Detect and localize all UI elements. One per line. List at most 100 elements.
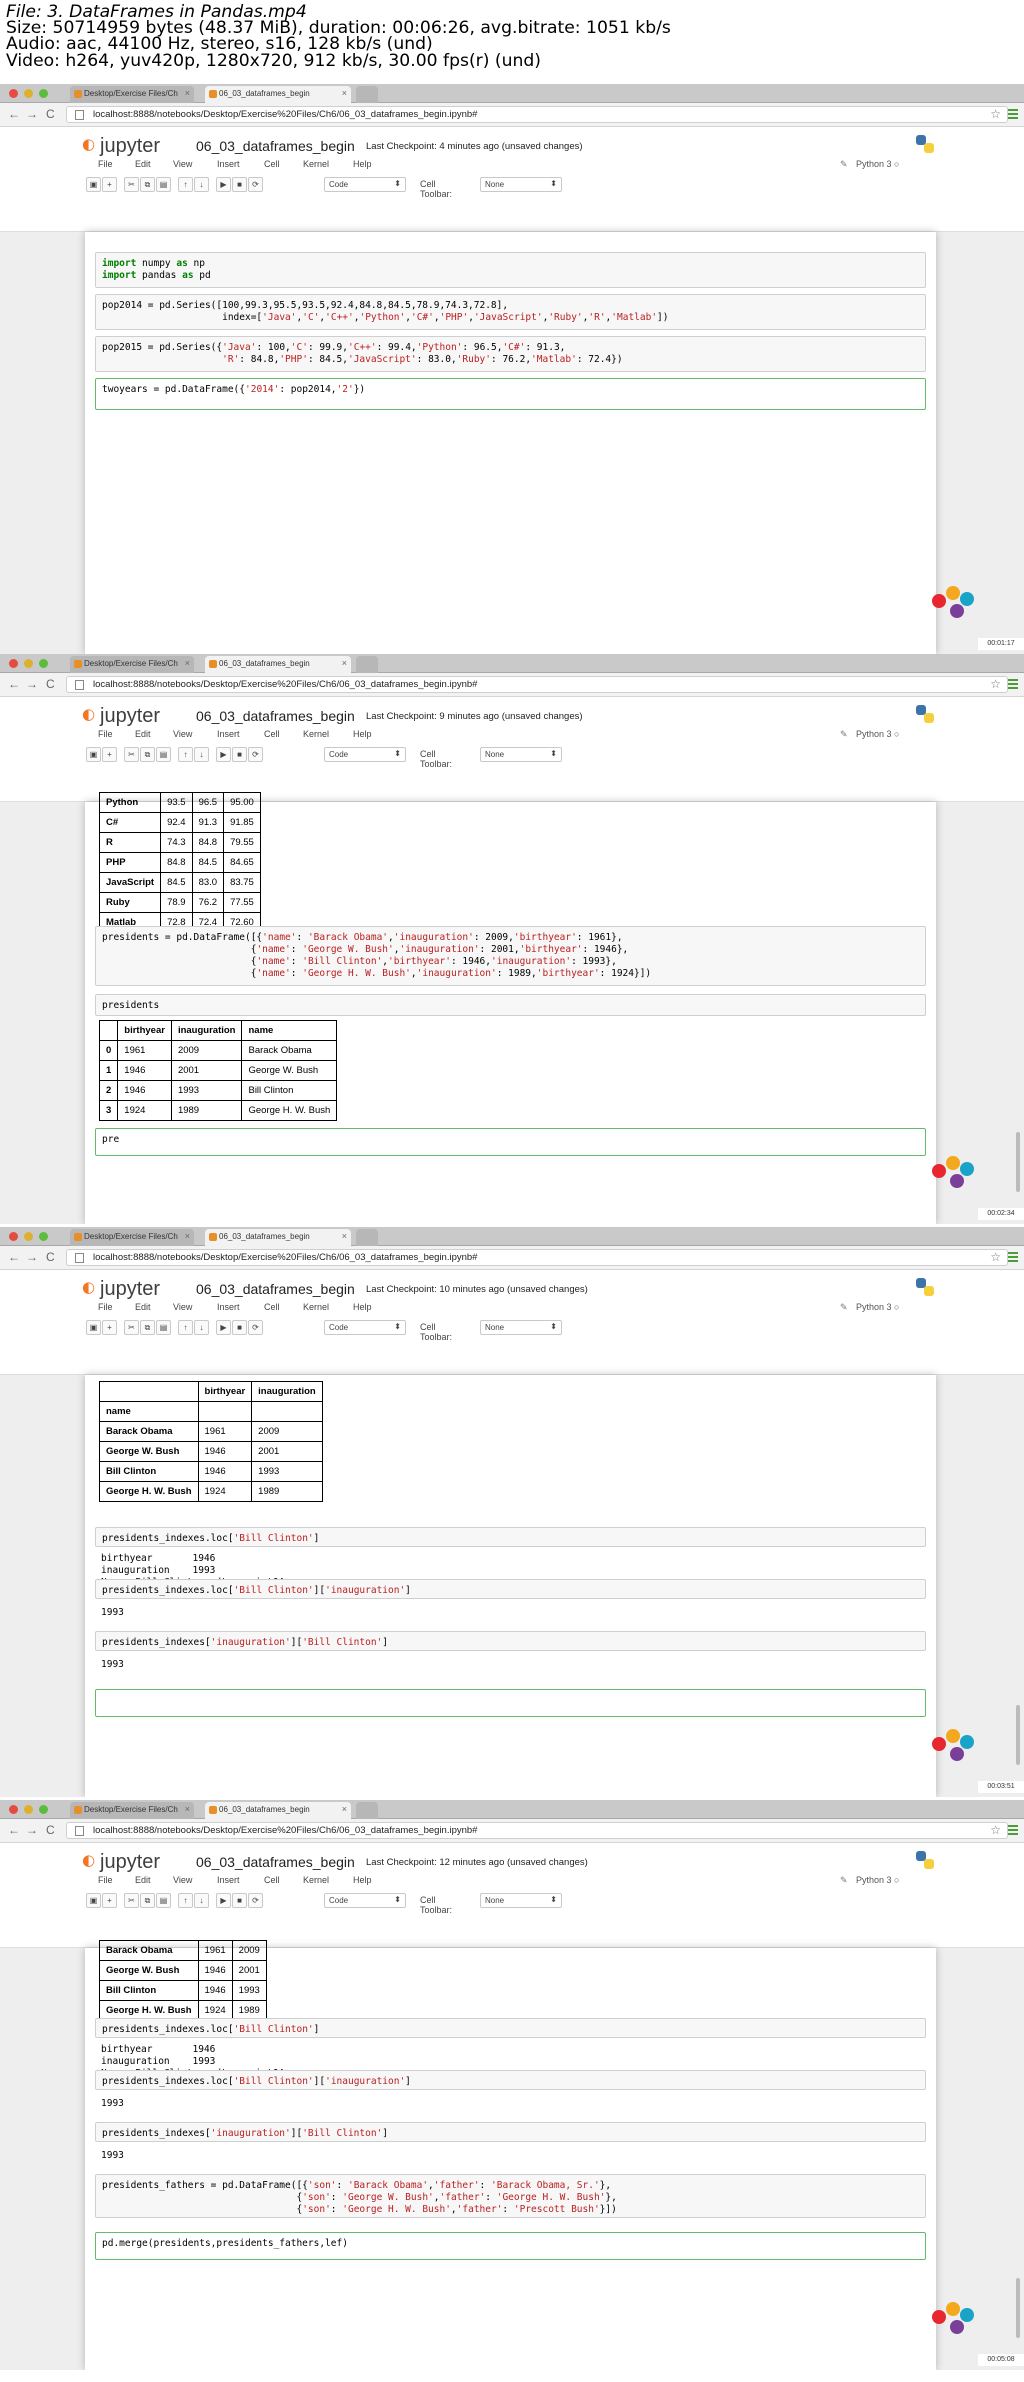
toolbar-up-icon[interactable]: ↑ <box>178 1320 193 1335</box>
toolbar-stop-icon[interactable]: ■ <box>232 177 247 192</box>
tab-close-icon[interactable]: × <box>342 1231 347 1241</box>
back-icon[interactable]: ← <box>8 1823 20 1837</box>
code-cell[interactable]: pop2015 = pd.Series({'Java': 100,'C': 99… <box>95 336 926 372</box>
toolbar-run-icon[interactable]: ▶ <box>216 1320 231 1335</box>
tab-close-icon[interactable]: × <box>342 658 347 668</box>
menu-help[interactable]: Help <box>353 159 372 169</box>
tab-exercise-files[interactable]: Desktop/Exercise Files/Ch × <box>70 1802 194 1819</box>
menu-insert[interactable]: Insert <box>217 1302 240 1312</box>
bookmark-star-icon[interactable]: ☆ <box>990 1823 1001 1837</box>
tab-close-icon[interactable]: × <box>342 88 347 98</box>
menu-file[interactable]: File <box>98 729 113 739</box>
code-cell[interactable]: import numpy as np import pandas as pd <box>95 252 926 288</box>
menu-cell[interactable]: Cell <box>264 729 280 739</box>
tab-exercise-files[interactable]: Desktop/Exercise Files/Ch × <box>70 86 194 103</box>
url-input[interactable]: localhost:8888/notebooks/Desktop/Exercis… <box>66 676 1008 693</box>
browser-menu-icon[interactable] <box>1008 1825 1018 1837</box>
code-cell[interactable]: presidents_indexes.loc['Bill Clinton'] <box>95 2018 926 2038</box>
browser-menu-icon[interactable] <box>1008 1252 1018 1264</box>
jupyter-brand[interactable]: jupyter <box>100 1851 160 1874</box>
code-cell[interactable]: presidents_indexes.loc['Bill Clinton']['… <box>95 2070 926 2090</box>
minimize-window-icon[interactable] <box>24 659 33 668</box>
maximize-window-icon[interactable] <box>39 89 48 98</box>
code-cell[interactable]: pop2014 = pd.Series([100,99.3,95.5,93.5,… <box>95 294 926 330</box>
toolbar-down-icon[interactable]: ↓ <box>194 1893 209 1908</box>
close-window-icon[interactable] <box>9 1232 18 1241</box>
menu-edit[interactable]: Edit <box>135 1875 151 1885</box>
menu-edit[interactable]: Edit <box>135 159 151 169</box>
close-window-icon[interactable] <box>9 89 18 98</box>
menu-insert[interactable]: Insert <box>217 1875 240 1885</box>
close-window-icon[interactable] <box>9 1805 18 1814</box>
tab-close-icon[interactable]: × <box>185 658 190 668</box>
menu-help[interactable]: Help <box>353 1302 372 1312</box>
menu-view[interactable]: View <box>173 729 192 739</box>
menu-cell[interactable]: Cell <box>264 159 280 169</box>
reload-icon[interactable]: C <box>46 1823 55 1837</box>
toolbar-save-icon[interactable]: ▣ <box>86 177 101 192</box>
jupyter-logo-icon[interactable]: ◐ <box>82 1851 97 1873</box>
code-cell[interactable]: twoyears = pd.DataFrame({'2014': pop2014… <box>95 378 926 410</box>
menu-kernel[interactable]: Kernel <box>303 729 329 739</box>
scrollbar[interactable] <box>1016 1705 1020 1765</box>
toolbar-paste-icon[interactable]: ▤ <box>156 1320 171 1335</box>
toolbar-copy-icon[interactable]: ⧉ <box>140 177 155 192</box>
tab-notebook[interactable]: 06_03_dataframes_begin × <box>205 86 351 103</box>
code-cell[interactable]: pd.merge(presidents,presidents_fathers,l… <box>95 2232 926 2260</box>
tab-notebook[interactable]: 06_03_dataframes_begin × <box>205 656 351 673</box>
scrollbar[interactable] <box>1016 2278 1020 2338</box>
code-cell[interactable]: presidents_indexes['inauguration']['Bill… <box>95 1631 926 1651</box>
menu-file[interactable]: File <box>98 1302 113 1312</box>
menu-view[interactable]: View <box>173 159 192 169</box>
tab-notebook[interactable]: 06_03_dataframes_begin × <box>205 1229 351 1246</box>
toolbar-down-icon[interactable]: ↓ <box>194 177 209 192</box>
cell-toolbar-select[interactable]: None ⬍ <box>480 747 562 762</box>
menu-help[interactable]: Help <box>353 729 372 739</box>
maximize-window-icon[interactable] <box>39 1232 48 1241</box>
code-cell[interactable]: presidents_indexes.loc['Bill Clinton'] <box>95 1527 926 1547</box>
cell-type-select[interactable]: Code ⬍ <box>324 177 406 192</box>
toolbar-restart-icon[interactable]: ⟳ <box>248 1320 263 1335</box>
toolbar-run-icon[interactable]: ▶ <box>216 1893 231 1908</box>
toolbar-run-icon[interactable]: ▶ <box>216 177 231 192</box>
toolbar-restart-icon[interactable]: ⟳ <box>248 177 263 192</box>
code-cell[interactable]: presidents_indexes['inauguration']['Bill… <box>95 2122 926 2142</box>
toolbar-down-icon[interactable]: ↓ <box>194 1320 209 1335</box>
code-cell[interactable]: presidents <box>95 994 926 1016</box>
forward-icon[interactable]: → <box>26 677 38 691</box>
menu-file[interactable]: File <box>98 1875 113 1885</box>
toolbar-save-icon[interactable]: ▣ <box>86 1320 101 1335</box>
jupyter-brand[interactable]: jupyter <box>100 135 160 158</box>
maximize-window-icon[interactable] <box>39 659 48 668</box>
toolbar-run-icon[interactable]: ▶ <box>216 747 231 762</box>
jupyter-logo-icon[interactable]: ◐ <box>82 135 97 157</box>
url-input[interactable]: localhost:8888/notebooks/Desktop/Exercis… <box>66 106 1008 123</box>
menu-kernel[interactable]: Kernel <box>303 159 329 169</box>
toolbar-cut-icon[interactable]: ✂ <box>124 177 139 192</box>
toolbar-up-icon[interactable]: ↑ <box>178 747 193 762</box>
toolbar-up-icon[interactable]: ↑ <box>178 177 193 192</box>
new-tab-button[interactable] <box>356 86 378 103</box>
menu-view[interactable]: View <box>173 1875 192 1885</box>
reload-icon[interactable]: C <box>46 1250 55 1264</box>
cell-toolbar-select[interactable]: None ⬍ <box>480 177 562 192</box>
toolbar-copy-icon[interactable]: ⧉ <box>140 1893 155 1908</box>
menu-edit[interactable]: Edit <box>135 1302 151 1312</box>
back-icon[interactable]: ← <box>8 677 20 691</box>
notebook-name[interactable]: 06_03_dataframes_begin <box>196 1854 355 1870</box>
browser-menu-icon[interactable] <box>1008 679 1018 691</box>
cell-type-select[interactable]: Code ⬍ <box>324 1893 406 1908</box>
toolbar-down-icon[interactable]: ↓ <box>194 747 209 762</box>
forward-icon[interactable]: → <box>26 1823 38 1837</box>
forward-icon[interactable]: → <box>26 107 38 121</box>
back-icon[interactable]: ← <box>8 107 20 121</box>
back-icon[interactable]: ← <box>8 1250 20 1264</box>
toolbar-plus-icon[interactable]: + <box>102 747 117 762</box>
toolbar-plus-icon[interactable]: + <box>102 177 117 192</box>
cell-type-select[interactable]: Code ⬍ <box>324 1320 406 1335</box>
notebook-name[interactable]: 06_03_dataframes_begin <box>196 1281 355 1297</box>
tab-close-icon[interactable]: × <box>342 1804 347 1814</box>
toolbar-cut-icon[interactable]: ✂ <box>124 1893 139 1908</box>
toolbar-plus-icon[interactable]: + <box>102 1893 117 1908</box>
cell-type-select[interactable]: Code ⬍ <box>324 747 406 762</box>
